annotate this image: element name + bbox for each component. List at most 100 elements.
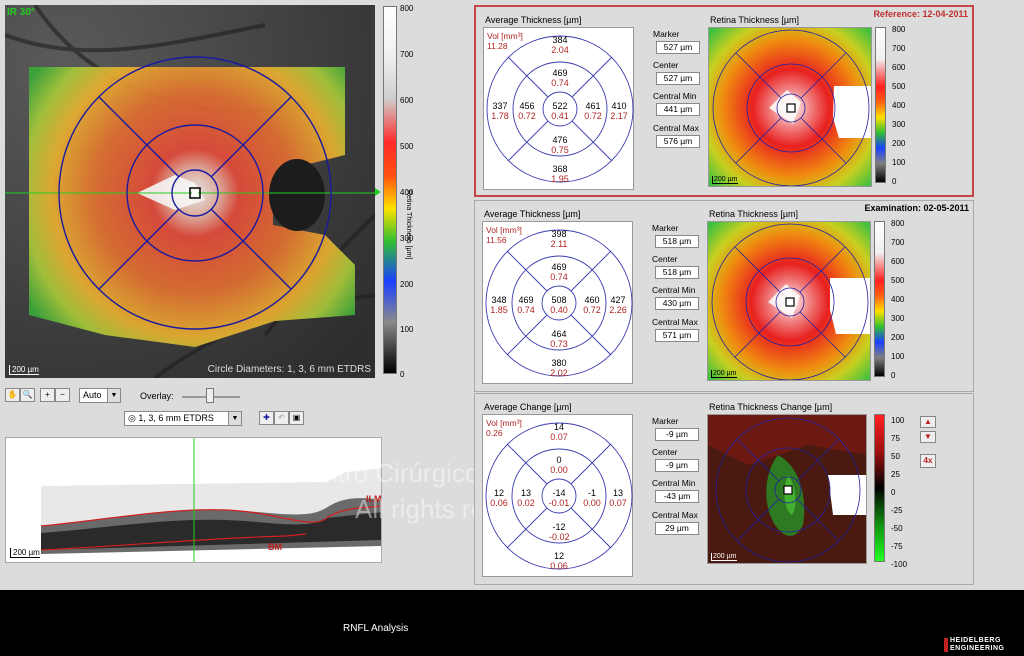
scale-tick: 800 (400, 4, 414, 13)
zoom-in-button[interactable]: + (40, 388, 55, 402)
hand-tool-button[interactable]: ✋ (5, 388, 20, 402)
reference-title: Reference: 12-04-2011 (873, 9, 968, 19)
sector-left-outer-change: 12 (493, 488, 504, 498)
sector-bottom-inner-volume: 0.73 (550, 339, 568, 349)
scale-factor-button[interactable]: 4x (920, 454, 936, 468)
sector-left-inner-change: 13 (520, 488, 531, 498)
map-label: Retina Thickness [µm] (710, 15, 800, 25)
undo-button[interactable]: ↶ (274, 411, 289, 425)
map-label: Retina Thickness Change [µm] (709, 402, 833, 412)
zoom-tool-button[interactable]: 🔍 (20, 388, 35, 402)
brand-logo-line2: ENGINEERING (950, 645, 1005, 652)
thickness-map-graphic (708, 222, 870, 380)
map-tick: 400 (891, 295, 905, 304)
sector-bottom-outer-change: 12 (553, 551, 564, 561)
arrow-down-icon[interactable]: ▼ (920, 431, 936, 443)
examination-panel: Examination: 02-05-2011 Average Thicknes… (474, 200, 974, 392)
fundus-scale-bar: 200 µm (9, 365, 39, 375)
vol-value: 11.28 (487, 41, 508, 51)
map-tick: 100 (891, 352, 905, 361)
sector-right-inner-change: -1 (587, 488, 596, 498)
change-tick: -75 (891, 542, 903, 551)
marker-label: Marker (653, 29, 680, 39)
sector-right-outer-volume: 2.17 (610, 111, 628, 121)
sector-right-inner-volume: 0.00 (583, 498, 601, 508)
sector-right-inner-volume: 0.72 (583, 305, 601, 315)
chevron-down-icon[interactable]: ▼ (228, 412, 241, 425)
map-tick: 400 (892, 101, 906, 110)
overlay-slider-handle[interactable] (206, 388, 214, 403)
central-max-value: 576 µm (656, 135, 700, 148)
etdrs-sector-grid: Vol [mm³] 11.28 384 2.04 469 0.74 337 1.… (483, 27, 634, 190)
thickness-map[interactable]: 200 µm (707, 221, 871, 381)
marker-label: Marker (652, 416, 679, 426)
map-tick: 600 (891, 257, 905, 266)
scale-title: Retina Thickness [µm] (405, 190, 412, 260)
sector-top-outer-volume: 2.04 (551, 45, 569, 55)
fundus-thickness-map[interactable]: IR 30° 200 µm Circle Diameters: 1, 3, 6 … (5, 5, 375, 378)
map-color-scale (875, 27, 886, 183)
scale-tick: 700 (400, 50, 414, 59)
central-min-label: Central Min (652, 478, 696, 488)
save-icon[interactable]: ▣ (289, 411, 304, 425)
sector-top-inner-volume: 0.74 (550, 272, 568, 282)
map-tick: 800 (892, 25, 906, 34)
marker-value: -9 µm (655, 428, 699, 441)
examination-title: Examination: 02-05-2011 (864, 203, 969, 213)
sector-left-inner-thickness: 469 (518, 295, 534, 305)
zoom-out-button[interactable]: − (55, 388, 70, 402)
sector-top-outer-change: 14 (553, 422, 564, 432)
sector-center-thickness: 508 (551, 295, 567, 305)
central-max-label: Central Max (652, 510, 698, 520)
thickness-map[interactable]: 200 µm (708, 27, 872, 187)
sector-top-inner-volume: 0.74 (551, 78, 569, 88)
zoom-select-value: Auto (83, 390, 102, 400)
map-tick: 700 (892, 44, 906, 53)
fundus-graphic (5, 5, 375, 378)
sector-right-inner-thickness: 460 (584, 295, 600, 305)
arrow-up-icon[interactable]: ▲ (920, 416, 936, 428)
sector-bottom-inner-thickness: 464 (551, 329, 567, 339)
sector-top-outer-volume: 0.07 (550, 432, 568, 442)
circle-caption: Circle Diameters: 1, 3, 6 mm ETDRS (207, 364, 371, 375)
map-tick: 300 (892, 120, 906, 129)
scan-position-arrow (375, 188, 381, 196)
sector-top-inner-thickness: 469 (552, 68, 568, 78)
sector-center-volume: 0.40 (550, 305, 568, 315)
change-tick: -50 (891, 524, 903, 533)
sector-bottom-inner-change: -12 (552, 522, 566, 532)
sector-top-inner-change: 0 (556, 455, 562, 465)
change-tick: -100 (891, 560, 908, 569)
fundus-mode-label: IR 30° (7, 7, 35, 18)
change-map[interactable]: 200 µm (707, 414, 867, 564)
sector-center-volume: -0.01 (548, 498, 570, 508)
thickness-map-graphic (709, 28, 871, 186)
sector-left-outer-volume: 1.78 (491, 111, 509, 121)
marker-value: 527 µm (656, 41, 700, 54)
zoom-select[interactable]: Auto ▼ (79, 388, 121, 403)
avg-change-label: Average Change [µm] (484, 402, 572, 412)
sector-right-outer-volume: 2.26 (609, 305, 627, 315)
sector-center-thickness: 522 (552, 101, 568, 111)
change-tick: 75 (891, 434, 900, 443)
central-min-label: Central Min (653, 91, 697, 101)
sector-right-outer-thickness: 427 (610, 295, 626, 305)
vol-label: Vol [mm³] (486, 225, 522, 235)
oct-bscan[interactable]: ILM BM 200 µm (5, 437, 382, 563)
sector-center-change: -14 (552, 488, 566, 498)
scale-tick: 100 (400, 325, 414, 334)
map-scale-bar: 200 µm (712, 176, 738, 184)
center-label: Center (652, 447, 678, 457)
grid-type-select[interactable]: ◎ 1, 3, 6 mm ETDRS ▼ (124, 411, 242, 426)
sector-top-inner-volume: 0.00 (550, 465, 568, 475)
change-tick: 25 (891, 470, 900, 479)
map-tick: 300 (891, 314, 905, 323)
map-scale-bar: 200 µm (711, 553, 737, 561)
center-grid-button[interactable]: ✚ (259, 411, 274, 425)
map-tick: 200 (891, 333, 905, 342)
sector-right-inner-thickness: 461 (585, 101, 601, 111)
avg-thickness-label: Average Thickness [µm] (484, 209, 581, 219)
vol-label: Vol [mm³] (486, 418, 522, 428)
chevron-down-icon[interactable]: ▼ (107, 389, 120, 402)
grid-type-value: 1, 3, 6 mm ETDRS (138, 413, 214, 423)
